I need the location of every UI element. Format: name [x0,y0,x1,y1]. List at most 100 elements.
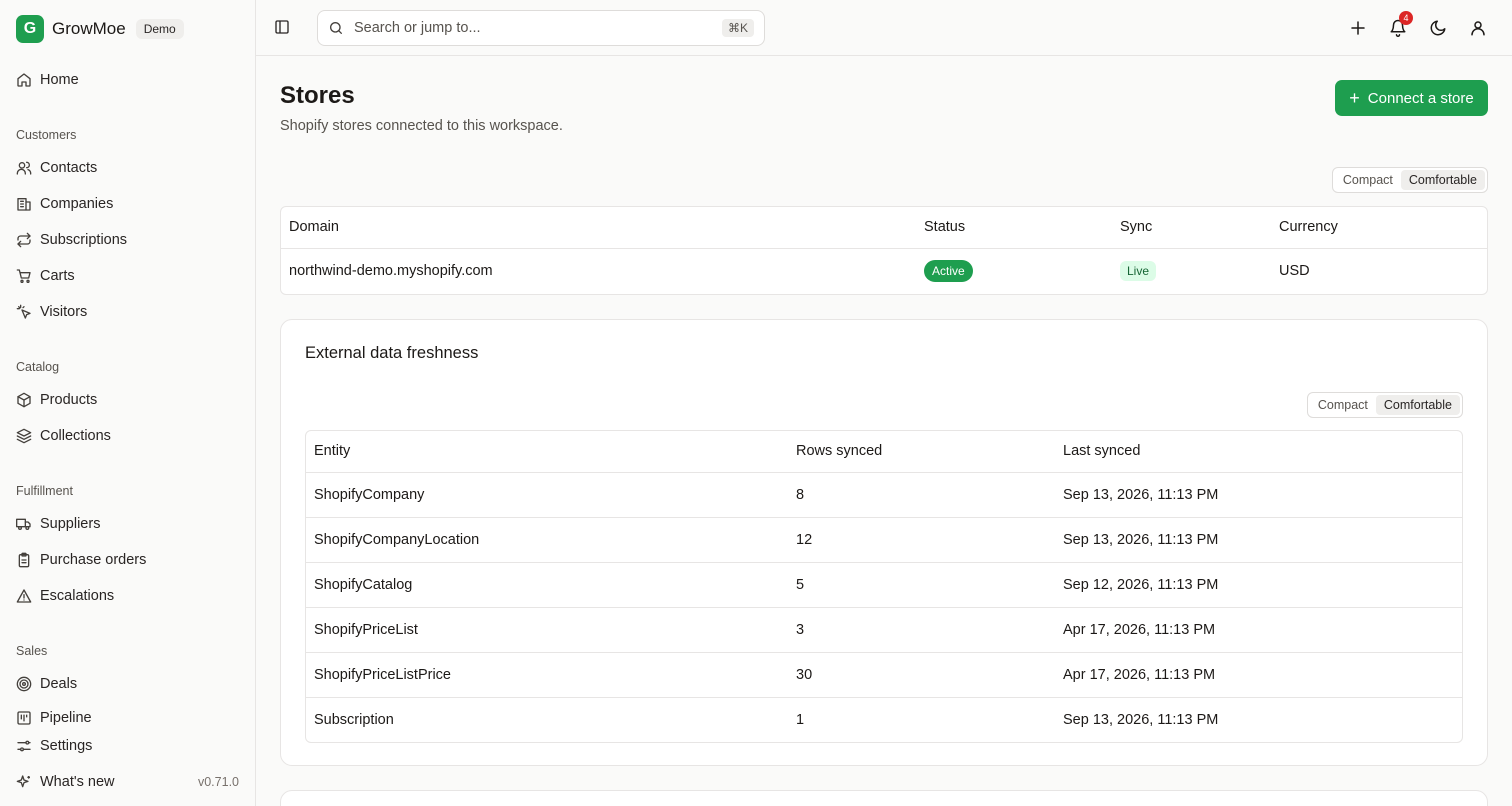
stores-table: Domain Status Sync Currency northwind-de… [280,206,1488,295]
sidebar-item-label: Companies [40,196,114,212]
sidebar-item-escalations[interactable]: Escalations [16,582,239,610]
brand[interactable]: G GrowMoe Demo [16,14,184,43]
column-header-sync[interactable]: Sync [1112,207,1271,249]
sidebar-item-label: Visitors [40,304,88,320]
demo-badge: Demo [135,18,184,39]
sidebar-item-deals[interactable]: Deals [16,670,239,698]
table-row[interactable]: ShopifyPriceListPrice 30 Apr 17, 2026, 1… [306,652,1462,698]
repeat-icon [17,232,31,248]
table-row[interactable]: northwind-demo.myshopify.com Active Live… [281,248,1487,294]
sidebar-item-suppliers[interactable]: Suppliers [16,510,239,538]
building-icon [17,198,31,211]
table-row[interactable]: Subscription 1 Sep 13, 2026, 11:13 PM [306,697,1462,742]
freshness-card: External data freshness Compact Comforta… [280,319,1488,766]
store-status-cell: Active [916,248,1112,294]
sidebar-item-label: Collections [40,428,111,444]
rows-synced: 3 [788,607,1055,653]
sidebar-item-label: Escalations [40,588,115,604]
kanban-icon [17,711,31,725]
theme-toggle-button[interactable] [1428,18,1448,38]
search-icon [330,22,342,34]
search-box[interactable]: ⌘K [317,10,765,46]
table-row[interactable]: ShopifyPriceList 3 Apr 17, 2026, 11:13 P… [306,607,1462,653]
entity-name: ShopifyPriceList [306,607,788,653]
rows-synced: 12 [788,517,1055,563]
density-comfortable-option[interactable]: Comfortable [1375,395,1460,415]
user-icon [1471,21,1485,36]
table-row[interactable]: ShopifyCompany 8 Sep 13, 2026, 11:13 PM [306,472,1462,518]
last-synced: Sep 12, 2026, 11:13 PM [1055,562,1462,608]
package-icon [17,392,31,408]
sidebar-section-fulfillment: Fulfillment [16,484,73,498]
plus-icon [1351,21,1365,35]
layers-icon [16,428,32,444]
notification-count-badge: 4 [1399,11,1413,25]
warning-triangle-icon [16,589,32,603]
brand-name: GrowMoe [52,18,126,38]
add-button[interactable] [1348,18,1368,38]
entity-name: ShopifyCatalog [306,562,788,608]
target-icon [16,676,32,692]
sidebar-item-subscriptions[interactable]: Subscriptions [16,226,239,254]
sliders-icon [17,740,31,752]
sync-badge: Live [1120,261,1157,282]
entity-name: ShopifyPriceListPrice [306,652,788,698]
account-button[interactable] [1468,18,1488,38]
entity-name: Subscription [314,711,394,728]
main-content: Stores Shopify stores connected to this … [256,56,1512,806]
freshness-title: External data freshness [305,344,479,362]
sidebar-item-label: Deals [40,676,78,692]
search-input[interactable] [354,20,722,36]
search-shortcut: ⌘K [721,19,754,37]
column-header-rows-synced[interactable]: Rows synced [788,431,1055,473]
store-domain[interactable]: northwind-demo.myshopify.com [281,248,916,294]
density-comfortable-option[interactable]: Comfortable [1400,170,1485,190]
connect-store-button[interactable]: + Connect a store [1335,80,1488,116]
freshness-density-toggle: Compact Comfortable [1306,392,1463,418]
sidebar-item-companies[interactable]: Companies [16,190,239,218]
rows-synced: 1 [796,711,805,728]
column-header-status[interactable]: Status [916,207,1112,249]
column-header-currency[interactable]: Currency [1271,207,1487,249]
store-currency: USD [1279,263,1310,280]
rows-synced: 5 [788,562,1055,608]
entity-name: ShopifyCompanyLocation [306,517,788,563]
sidebar-item-products[interactable]: Products [16,386,239,414]
sidebar-item-settings[interactable]: Settings [16,732,239,760]
sidebar-item-home[interactable]: Home [16,66,239,94]
home-icon [17,73,31,87]
last-synced: Apr 17, 2026, 11:13 PM [1055,652,1462,698]
table-row[interactable]: ShopifyCompanyLocation 12 Sep 13, 2026, … [306,517,1462,563]
connect-store-label: Connect a store [1367,89,1474,107]
density-compact-option[interactable]: Compact [1310,395,1376,415]
sidebar-item-label: Products [40,392,98,408]
table-header-row: Domain Status Sync Currency [281,207,1487,249]
table-row[interactable]: ShopifyCatalog 5 Sep 12, 2026, 11:13 PM [306,562,1462,608]
version-label: v0.71.0 [197,775,239,789]
column-header-domain[interactable]: Domain [281,207,916,249]
last-synced: Sep 13, 2026, 11:13 PM [1055,517,1462,563]
notifications-button[interactable]: 4 [1388,11,1413,38]
column-header-last-synced[interactable]: Last synced [1055,431,1462,473]
store-sync-cell: Live [1112,248,1271,294]
last-synced: Sep 13, 2026, 11:13 PM [1063,711,1219,728]
sidebar-item-contacts[interactable]: Contacts [16,154,239,182]
sidebar-item-label: What's new [40,774,115,790]
sidebar-item-collections[interactable]: Collections [16,422,239,450]
sidebar-item-pipeline[interactable]: Pipeline [16,706,239,726]
pointer-click-icon [16,304,31,319]
sidebar-item-purchase-orders[interactable]: Purchase orders [16,546,239,574]
sidebar-item-carts[interactable]: Carts [16,262,239,290]
sidebar-item-visitors[interactable]: Visitors [16,298,239,326]
rows-synced: 8 [788,472,1055,518]
sidebar: G GrowMoe Demo Home Customers Contacts C… [0,0,256,806]
sidebar-section-catalog: Catalog [16,360,60,374]
density-compact-option[interactable]: Compact [1335,170,1401,190]
sidebar-item-label: Contacts [40,160,98,176]
truck-icon [16,518,31,530]
sidebar-item-whats-new[interactable]: What's new v0.71.0 [16,768,239,796]
sidebar-item-label: Home [40,72,79,88]
cart-icon [16,269,31,283]
sidebar-toggle-icon[interactable] [274,19,290,35]
column-header-entity[interactable]: Entity [306,431,788,473]
